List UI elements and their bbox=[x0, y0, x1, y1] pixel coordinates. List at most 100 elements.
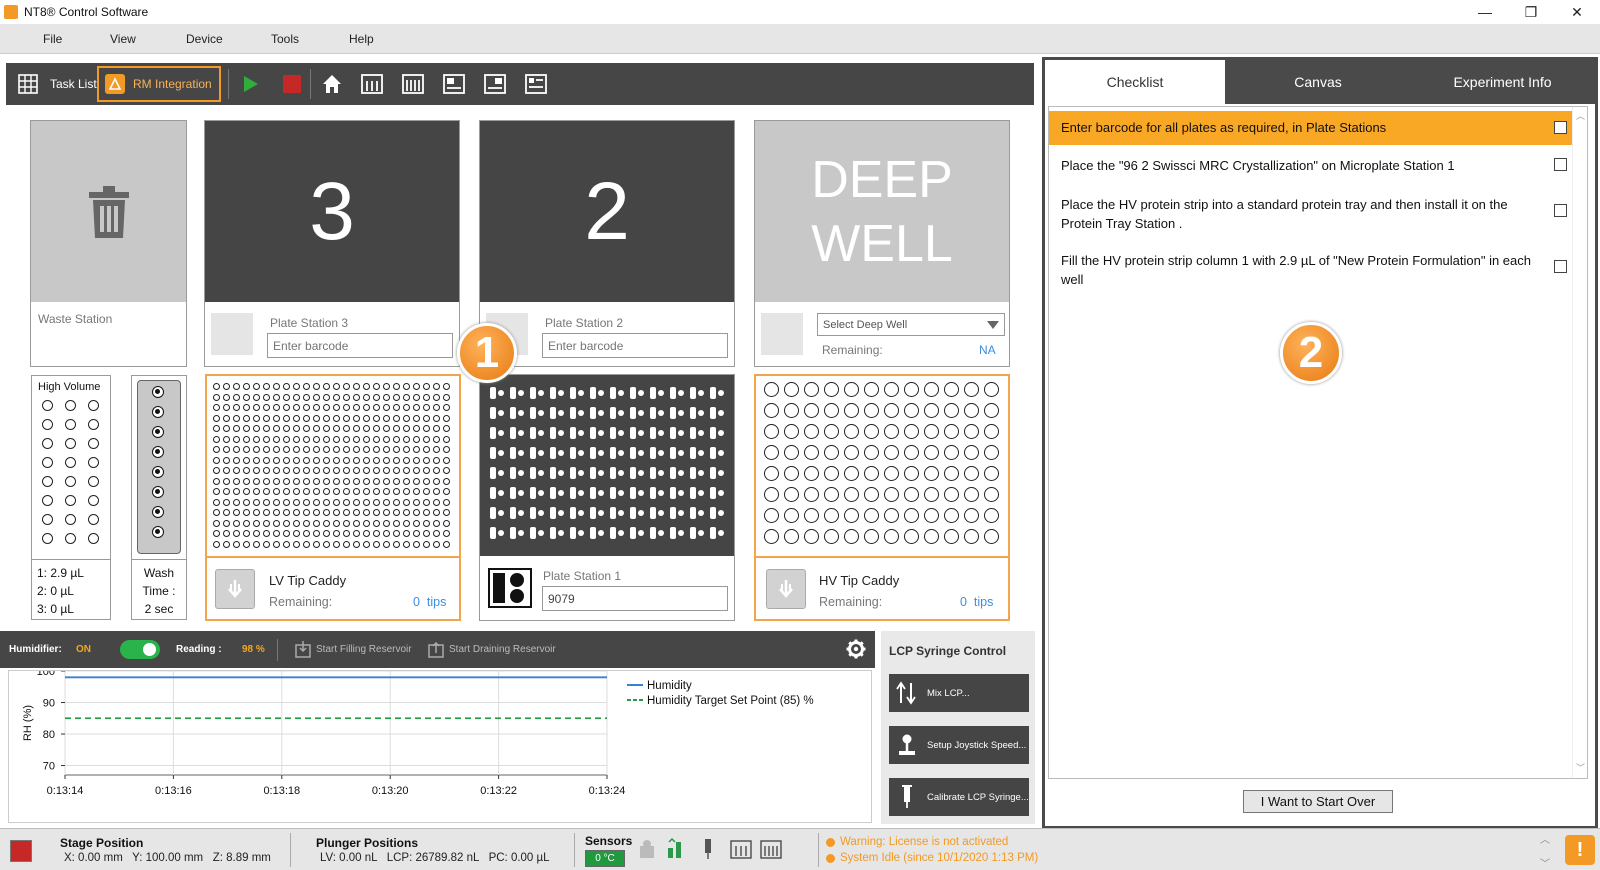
stop-indicator[interactable] bbox=[10, 840, 32, 862]
restore-button[interactable]: ❐ bbox=[1508, 0, 1554, 24]
checklist-checkbox[interactable] bbox=[1554, 260, 1567, 273]
x-tick-label: 0:13:16 bbox=[155, 785, 192, 797]
divider bbox=[32, 559, 110, 560]
layout-icon[interactable] bbox=[522, 70, 550, 98]
tip-circle bbox=[283, 519, 290, 527]
tip-circle bbox=[804, 508, 819, 523]
tip-circle bbox=[924, 466, 939, 481]
checklist-checkbox[interactable] bbox=[1554, 158, 1567, 171]
tip-circle bbox=[343, 425, 350, 432]
menu-view[interactable]: View bbox=[110, 32, 136, 46]
tab-checklist[interactable]: Checklist bbox=[1045, 60, 1225, 104]
gear-icon[interactable] bbox=[846, 639, 866, 662]
rm-integration-button[interactable]: RM Integration bbox=[97, 66, 221, 102]
tip-circle bbox=[283, 467, 290, 474]
plate-station-2-barcode-input[interactable] bbox=[542, 333, 728, 358]
tip-circle bbox=[353, 383, 360, 390]
task-list-button[interactable]: Task List bbox=[14, 63, 97, 105]
play-icon[interactable] bbox=[236, 70, 264, 98]
menu-help[interactable]: Help bbox=[349, 32, 374, 46]
tip-circle bbox=[443, 467, 450, 474]
tip-circle bbox=[784, 508, 799, 523]
download-tips-icon[interactable] bbox=[215, 569, 255, 609]
tip-circle bbox=[263, 446, 270, 453]
home-icon[interactable] bbox=[318, 70, 346, 98]
checklist-item-2[interactable]: Place the "96 2 Swissci MRC Crystallizat… bbox=[1049, 149, 1587, 183]
x-tick-label: 0:13:22 bbox=[480, 785, 517, 797]
stop-icon[interactable] bbox=[278, 70, 306, 98]
waste-station[interactable]: Waste Station bbox=[30, 120, 187, 367]
tip-circle bbox=[303, 540, 310, 548]
plate-well bbox=[570, 447, 576, 459]
checklist-checkbox[interactable] bbox=[1554, 204, 1567, 217]
plate-well bbox=[678, 450, 684, 456]
deep-well-select-value: Select Deep Well bbox=[823, 318, 908, 331]
tip-circle bbox=[403, 519, 410, 527]
plate-well bbox=[518, 470, 524, 476]
tip-circle bbox=[243, 456, 250, 464]
deep-well-station[interactable]: DEEP WELL Select Deep Well Remaining: NA bbox=[754, 120, 1010, 367]
calibrate-lcp-button[interactable]: Calibrate LCP Syringe... bbox=[889, 778, 1029, 816]
wash-panel[interactable]: Wash Time : 2 sec bbox=[131, 375, 187, 620]
deep-well-select[interactable]: Select Deep Well bbox=[817, 313, 1005, 336]
tip-circle bbox=[373, 414, 380, 422]
plate-icon[interactable] bbox=[358, 70, 386, 98]
plate-well bbox=[490, 487, 496, 499]
scroll-up-icon[interactable]: ︿ bbox=[1576, 109, 1585, 122]
plate-station-3-barcode-input[interactable] bbox=[267, 333, 453, 358]
plate-well bbox=[650, 427, 656, 439]
plate-icon[interactable] bbox=[399, 70, 427, 98]
minimize-button[interactable]: — bbox=[1462, 0, 1508, 24]
plate-well bbox=[518, 410, 524, 416]
tip-circle bbox=[804, 382, 819, 397]
start-filling-button[interactable]: Start Filling Reservoir bbox=[295, 640, 412, 658]
tab-experiment-info[interactable]: Experiment Info bbox=[1411, 60, 1594, 104]
checklist-scrollbar[interactable]: ︿ ﹀ bbox=[1572, 107, 1587, 778]
tip-circle bbox=[383, 404, 390, 411]
start-over-button[interactable]: I Want to Start Over bbox=[1243, 790, 1393, 813]
checklist-item-3[interactable]: Place the HV protein strip into a standa… bbox=[1049, 187, 1587, 239]
syringe-sensor-icon bbox=[702, 838, 714, 863]
menu-device[interactable]: Device bbox=[186, 32, 223, 46]
humidifier-label: Humidifier: bbox=[9, 644, 62, 655]
deep-well-remaining-value: NA bbox=[979, 343, 996, 357]
tip-circle bbox=[924, 445, 939, 460]
tip-circle bbox=[363, 456, 370, 464]
tip-circle bbox=[944, 466, 959, 481]
high-volume-panel[interactable]: High Volume 1: 2.9 µL 2: 0 µL 3: 0 µL bbox=[31, 375, 111, 620]
lv-tip-caddy[interactable]: LV Tip Caddy Remaining: 0 tips bbox=[205, 374, 461, 621]
tip-circle bbox=[403, 383, 410, 390]
setup-joystick-button[interactable]: Setup Joystick Speed... bbox=[889, 726, 1029, 764]
humidifier-toggle[interactable] bbox=[120, 640, 160, 659]
plate-station-1-barcode-input[interactable] bbox=[542, 586, 728, 611]
layout-icon[interactable] bbox=[440, 70, 468, 98]
plate-station-3[interactable]: 3 Plate Station 3 bbox=[204, 120, 460, 367]
checklist-item-1[interactable]: Enter barcode for all plates as required… bbox=[1049, 111, 1587, 145]
hv-tip-caddy[interactable]: HV Tip Caddy Remaining: 0 tips bbox=[754, 374, 1010, 621]
checklist-checkbox[interactable] bbox=[1554, 121, 1567, 134]
notification-alert-icon[interactable]: ! bbox=[1565, 835, 1595, 865]
tip-circle bbox=[303, 530, 310, 537]
scroll-up-icon[interactable]: ︿ bbox=[1540, 831, 1550, 846]
tip-circle bbox=[383, 477, 390, 485]
plate-well bbox=[590, 387, 596, 399]
tip-circle bbox=[283, 435, 290, 443]
scroll-down-icon[interactable]: ﹀ bbox=[1576, 761, 1585, 774]
checklist-item-4[interactable]: Fill the HV protein strip column 1 with … bbox=[1049, 243, 1587, 295]
tip-circle bbox=[223, 498, 230, 506]
layout-icon[interactable] bbox=[481, 70, 509, 98]
scroll-down-icon[interactable]: ﹀ bbox=[1540, 855, 1550, 870]
tip-circle bbox=[964, 382, 979, 397]
tip-circle bbox=[413, 519, 420, 527]
tab-canvas[interactable]: Canvas bbox=[1225, 60, 1411, 104]
tip-circle bbox=[864, 445, 879, 460]
menu-file[interactable]: File bbox=[43, 32, 62, 46]
plate-station-1[interactable]: Plate Station 1 bbox=[479, 374, 735, 621]
menu-tools[interactable]: Tools bbox=[271, 32, 299, 46]
plate-station-2[interactable]: 2 Plate Station 2 bbox=[479, 120, 735, 367]
tip-circle bbox=[333, 509, 340, 516]
start-draining-button[interactable]: Start Draining Reservoir bbox=[428, 640, 556, 658]
close-button[interactable]: ✕ bbox=[1554, 0, 1600, 24]
mix-lcp-button[interactable]: Mix LCP... bbox=[889, 674, 1029, 712]
download-tips-icon[interactable] bbox=[766, 569, 806, 609]
